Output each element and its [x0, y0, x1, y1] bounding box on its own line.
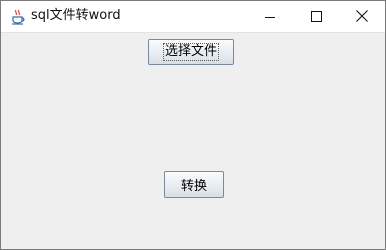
select-file-button[interactable]: 选择文件	[148, 39, 234, 65]
java-coffee-cup-icon	[10, 9, 26, 25]
convert-button[interactable]: 转换	[164, 171, 224, 198]
window-title: sql文件转word	[31, 8, 121, 23]
close-button[interactable]	[339, 1, 385, 32]
select-file-label: 选择文件	[162, 43, 219, 61]
minimize-icon	[265, 7, 275, 26]
maximize-icon	[310, 7, 322, 26]
main-panel: 选择文件 转换	[1, 33, 385, 249]
title-bar[interactable]: sql文件转word	[1, 1, 385, 33]
minimize-button[interactable]	[247, 1, 293, 32]
maximize-button[interactable]	[293, 1, 339, 32]
close-icon	[356, 7, 368, 26]
convert-label: 转换	[180, 179, 207, 194]
app-window: sql文件转word 选择文件 转换	[0, 0, 386, 250]
